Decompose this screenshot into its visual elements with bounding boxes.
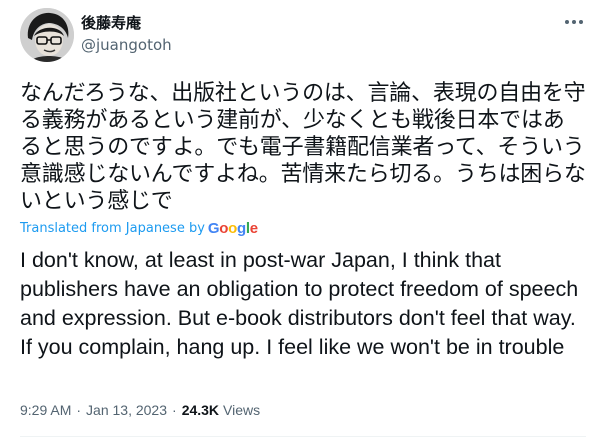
tweet-time[interactable]: 9:29 AM (20, 400, 71, 420)
meta-separator-2: · (172, 402, 177, 418)
translation-attribution[interactable]: Translated from Japanese by Google (20, 220, 258, 238)
tweet-date[interactable]: Jan 13, 2023 (86, 400, 167, 420)
tweet-card: 後藤寿庵 @juangotoh なんだろうな、出版社というのは、言論、表現の自由… (0, 0, 599, 445)
views-label: Views (223, 402, 261, 418)
google-logo: Google (207, 220, 258, 237)
author-display-name[interactable]: 後藤寿庵 (81, 13, 141, 33)
avatar[interactable] (20, 8, 74, 62)
translated-label: Translated from Japanese by (20, 221, 205, 236)
tweet-text-translated: I don't know, at least in post-war Japan… (20, 248, 579, 359)
tweet-text-original: なんだろうな、出版社というのは、言論、表現の自由を守る義務があるという建前が、少… (20, 81, 586, 214)
divider (20, 436, 586, 437)
author-handle[interactable]: @juangotoh (81, 35, 172, 55)
avatar-illustration-icon (20, 8, 74, 62)
views-count: 24.3K (181, 402, 220, 418)
meta-separator: · (76, 402, 82, 418)
tweet-meta: 9:29 AM · Jan 13, 2023 · 24.3K Views (20, 400, 260, 420)
more-options-icon[interactable] (560, 12, 588, 32)
